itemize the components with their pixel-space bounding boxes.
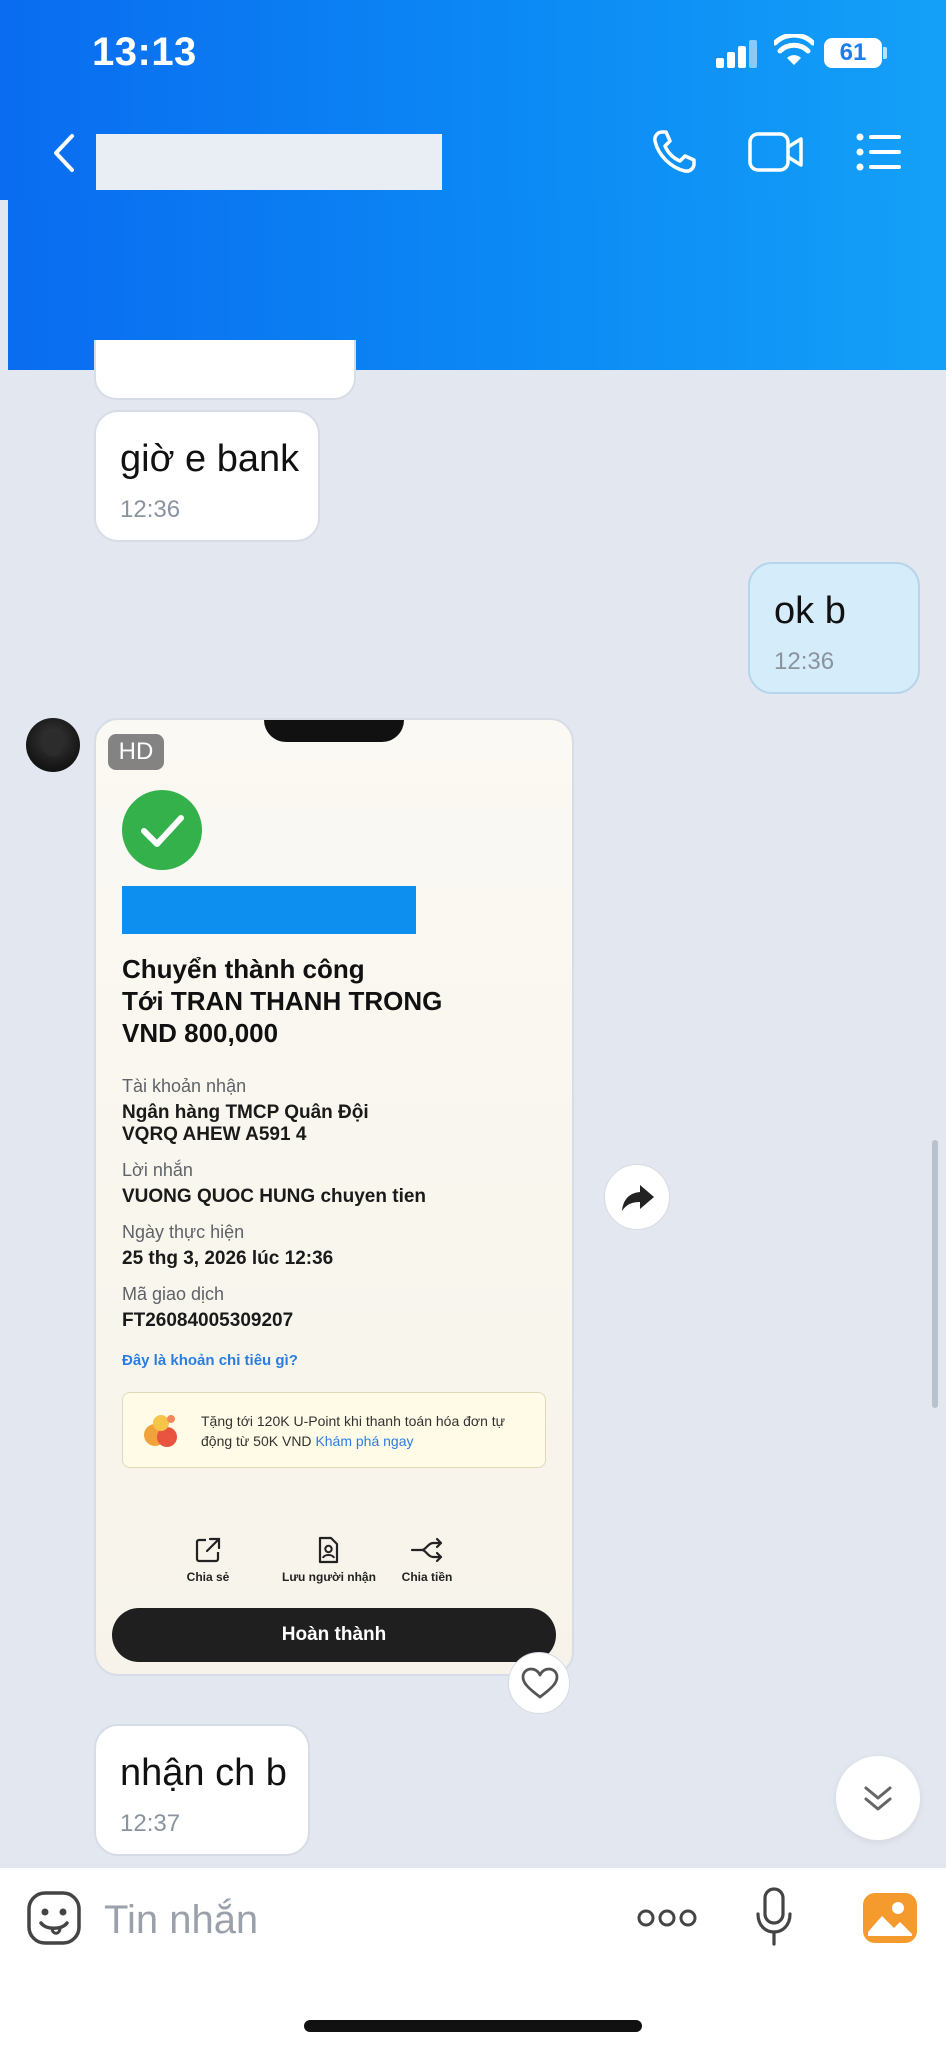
message-bubble-incoming[interactable]: nhận ch b 12:37 [94,1724,310,1856]
action-split: Chia tiền [392,1536,462,1584]
message-text: giờ e bank [120,438,300,480]
battery-icon: 61 [824,38,882,68]
battery-level: 61 [839,39,867,66]
action-label: Lưu người nhận [282,1570,376,1584]
date-label: Ngày thực hiện [122,1222,245,1242]
gift-coins-icon [144,1415,177,1447]
transfer-amount: VND 800,000 [122,1018,279,1048]
spending-link: Đây là khoản chi tiêu gì? [122,1352,298,1369]
promo-banner: Tặng tới 120K U-Point khi thanh toán hóa… [122,1392,546,1468]
message-time: 12:37 [120,1810,181,1837]
action-label: Chia tiền [401,1570,453,1584]
more-options-icon[interactable] [636,1904,698,1932]
redacted-bar [122,886,416,934]
message-composer [0,1868,946,2048]
avatar[interactable] [26,718,80,772]
phone-notch [264,720,404,742]
image-message-transfer-receipt[interactable]: HD Chuyển thành công Tới TRAN THANH TRON… [94,718,574,1676]
scrollbar[interactable] [932,1140,938,1408]
message-input[interactable] [104,1888,604,1952]
promo-cta: Khám phá ngay [315,1433,414,1449]
success-check-icon [122,790,202,870]
message-label: Lời nhắn [122,1160,193,1180]
forward-arrow-icon [622,1185,654,1211]
date-value: 25 thg 3, 2026 lúc 12:36 [122,1248,334,1269]
message-time: 12:36 [774,648,835,675]
message-bubble-outgoing[interactable]: ok b 12:36 [748,562,920,694]
txn-label: Mã giao dịch [122,1284,225,1304]
account-bank: Ngân hàng TMCP Quân Đội [122,1102,369,1123]
split-arrows-icon [410,1537,443,1563]
transfer-status: Chuyển thành công [122,954,365,984]
video-camera-icon[interactable] [748,130,804,174]
transfer-recipient: Tới TRAN THANH TRONG [122,986,443,1016]
message-time: 12:36 [120,496,181,523]
message-text: ok b [774,590,846,632]
action-share: Chia sẻ [176,1536,240,1584]
message-bubble-incoming[interactable]: giờ e bank 12:36 [94,410,320,542]
chat-header: 13:13 61 [0,0,946,200]
double-chevron-down-icon [864,1786,892,1811]
done-button: Hoàn thành [112,1608,556,1662]
action-save-recipient: Lưu người nhận [282,1536,376,1584]
message-text: nhận ch b [120,1752,287,1794]
share-external-icon [195,1537,221,1563]
txn-value: FT26084005309207 [122,1310,294,1331]
wifi-icon [774,34,814,65]
scroll-to-bottom-button[interactable] [836,1756,920,1840]
phone-icon[interactable] [650,128,698,176]
promo-text: Tặng tới 120K U-Point khi thanh toán hóa… [201,1411,531,1451]
sticker-emoji-icon[interactable] [26,1890,82,1946]
microphone-icon[interactable] [754,1886,794,1948]
action-label: Chia sẻ [186,1570,230,1584]
message-value: VUONG QUOC HUNG chuyen tien [122,1186,427,1207]
battery-nub [883,47,887,59]
contact-save-icon [318,1536,339,1564]
contact-name-redacted[interactable] [96,134,442,190]
home-indicator [304,2020,642,2032]
like-button[interactable] [508,1652,570,1714]
forward-button[interactable] [604,1164,670,1230]
hd-badge: HD [108,734,164,770]
account-number: VQRQ AHEW A591 4 [122,1124,307,1145]
cellular-signal-icon [716,38,758,68]
list-icon[interactable] [856,132,902,172]
chevron-left-icon[interactable] [44,128,84,178]
photo-gallery-icon[interactable] [862,1892,918,1944]
account-label: Tài khoản nhận [122,1076,247,1096]
heart-icon [521,1667,559,1699]
message-bubble-partial[interactable] [94,340,356,400]
status-time: 13:13 [92,30,197,74]
